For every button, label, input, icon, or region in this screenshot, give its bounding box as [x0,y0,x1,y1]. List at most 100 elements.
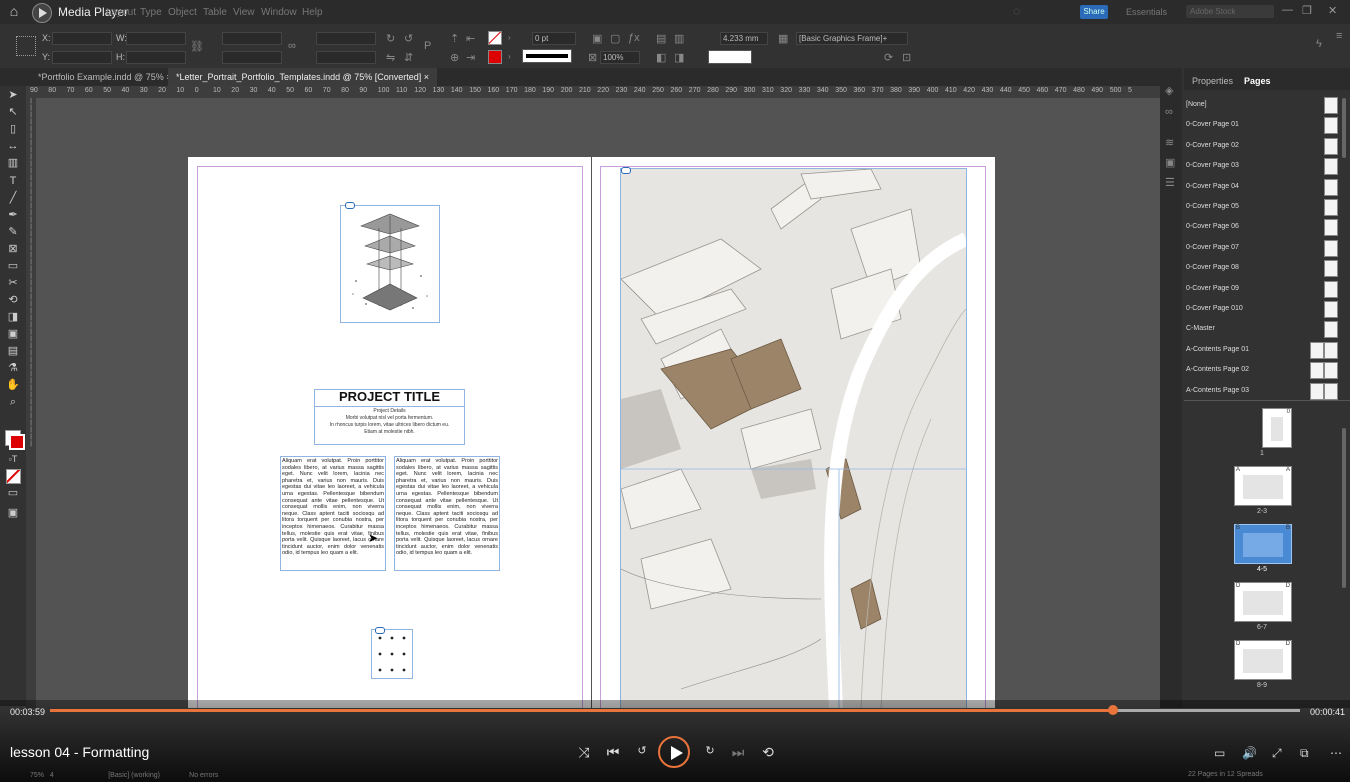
object-style-select[interactable]: [Basic Graphics Frame]+ [796,32,908,45]
more-options-icon[interactable]: ⋯ [1330,746,1342,760]
status-page[interactable]: 4 [50,772,54,779]
normal-mode-icon[interactable]: ▭ [5,486,21,500]
stroke-swatch[interactable] [488,50,502,64]
h-field[interactable] [126,51,186,64]
paragraph-icon[interactable]: P [424,40,431,52]
size-field[interactable]: 4.233 mm [720,32,768,45]
master-page-item[interactable]: [None] [1160,96,1350,114]
content-collector-icon[interactable]: ▥ [5,156,21,170]
master-page-item[interactable]: 0-Cover Page 05 [1160,198,1350,216]
pages-scrollbar[interactable] [1342,428,1346,588]
w-field[interactable] [126,32,186,45]
tab-letter-portrait[interactable]: *Letter_Portrait_Portfolio_Templates.ind… [168,68,438,86]
x-field[interactable] [52,32,112,45]
page-tool-icon[interactable]: ▯ [5,122,21,136]
share-button[interactable]: Share [1080,5,1108,19]
selection-tool-icon[interactable]: ➤ [5,88,21,102]
lightbulb-icon[interactable]: ◌ [1013,4,1020,18]
workspace-switcher[interactable]: Essentials [1126,7,1167,17]
wrap-icon[interactable]: ◧ [656,51,666,64]
minimize-icon[interactable]: — [1282,4,1293,16]
rectangle-tool-icon[interactable]: ▭ [5,259,21,273]
fx-effects-icon[interactable]: ƒx [628,32,640,44]
page-spread-thumbnail[interactable]: 0 [1262,408,1292,448]
lightning-icon[interactable]: ϟ [1316,38,1322,50]
fill-dropdown-icon[interactable]: › [508,33,511,42]
opacity-field[interactable]: 100% [600,51,640,64]
play-button[interactable] [658,736,690,768]
master-page-item[interactable]: 0-Cover Page 09 [1160,280,1350,298]
title-text-frame[interactable]: PROJECT TITLE Project Details Morbi volu… [314,389,465,445]
gap-tool-icon[interactable]: ↔ [5,139,21,153]
dots-graphic-frame[interactable] [371,629,413,679]
color-select[interactable] [708,50,752,64]
content-grabber-icon[interactable] [621,167,631,174]
zoom-tool-icon[interactable]: ⌕ [5,395,21,409]
page-spread-thumbnail[interactable]: DD [1234,582,1292,622]
formatting-affects-container-icon[interactable]: ▫T [5,452,21,466]
rotate-cw-icon[interactable]: ↻ [386,32,395,45]
master-page-item[interactable]: A-Contents Page 03 [1160,382,1350,400]
miniplayer-icon[interactable]: ▭ [1214,746,1225,760]
master-page-item[interactable]: 0-Cover Page 02 [1160,137,1350,155]
pencil-tool-icon[interactable]: ✎ [5,225,21,239]
close-icon[interactable]: ✕ [1328,4,1337,17]
body-text-frame-right[interactable]: Aliquam erat volutpat. Proin porttitor s… [394,456,500,571]
forward-30-icon[interactable]: ↻ [700,744,720,757]
menu-window[interactable]: Window [261,7,297,18]
flip-horizontal-icon[interactable]: ⇋ [386,51,395,64]
type-tool-icon[interactable]: T [5,174,21,188]
menu-layout[interactable]: Layout [106,7,136,18]
page-spread-thumbnail[interactable]: AA [1234,466,1292,506]
link-icon[interactable]: ∞ [288,40,296,52]
cast-icon[interactable]: ⧉ [1300,746,1309,761]
maximize-icon[interactable]: ❐ [1302,4,1312,17]
gradient-tool-icon[interactable]: ◨ [5,310,21,324]
stroke-dropdown-icon[interactable]: › [508,52,511,61]
direct-selection-tool-icon[interactable]: ↖ [5,105,21,119]
reference-point-icon[interactable] [16,36,36,56]
select-previous-icon[interactable]: ⇤ [466,32,475,45]
select-content-icon[interactable]: ⊕ [450,51,459,64]
y-field[interactable] [52,51,112,64]
eyedropper-tool-icon[interactable]: ⚗ [5,361,21,375]
master-page-item[interactable]: A-Contents Page 01 [1160,341,1350,359]
select-container-icon[interactable]: ⇡ [450,32,459,45]
menu-view[interactable]: View [233,7,255,18]
wrap-around-icon[interactable]: ◨ [674,51,684,64]
status-zoom[interactable]: 75% [30,772,44,779]
rotation-field[interactable] [316,32,376,45]
rewind-10-icon[interactable]: ↺ [632,744,652,757]
free-transform-tool-icon[interactable]: ⟲ [5,293,21,307]
rectangle-frame-tool-icon[interactable]: ⊠ [5,242,21,256]
master-page-item[interactable]: 0-Cover Page 03 [1160,157,1350,176]
fullscreen-icon[interactable]: ⤢ [1272,746,1282,761]
menu-help[interactable]: Help [302,7,323,18]
tab-pages[interactable]: Pages [1244,76,1271,86]
page-spread-thumbnail[interactable]: BB [1234,524,1292,564]
stroke-color-icon[interactable] [9,434,25,450]
constrain-proportions-icon[interactable]: ⛓ [190,40,204,53]
fit-content-icon[interactable]: ▢ [610,32,620,45]
repeat-icon[interactable]: ⟲ [758,744,778,761]
gradient-feather-tool-icon[interactable]: ▣ [5,327,21,341]
menu-table[interactable]: Table [203,7,227,18]
tab-properties[interactable]: Properties [1192,76,1233,86]
scale-y-field[interactable] [222,51,282,64]
frame-fitting-icon[interactable]: ▣ [592,32,602,45]
previous-track-icon[interactable]: ⏮ [603,744,623,761]
align-left-icon[interactable]: ▤ [656,32,666,45]
tab-close-icon[interactable]: × [424,72,429,82]
stroke-type-select[interactable] [522,49,572,63]
shear-field[interactable] [316,51,376,64]
content-grabber-icon[interactable] [345,202,355,209]
rotate-ccw-icon[interactable]: ↺ [404,32,413,45]
note-tool-icon[interactable]: ▤ [5,344,21,358]
clear-overrides-icon[interactable]: ⟳ [884,51,893,64]
shuffle-icon[interactable]: ⤨ [574,744,594,761]
master-page-item[interactable]: 0-Cover Page 06 [1160,218,1350,237]
menu-type[interactable]: Type [140,7,162,18]
body-text-frame-left[interactable]: Aliquam erat volutpat. Proin porttitor s… [280,456,386,571]
master-page-item[interactable]: A-Contents Page 02 [1160,361,1350,380]
content-grabber-icon[interactable] [375,627,385,634]
